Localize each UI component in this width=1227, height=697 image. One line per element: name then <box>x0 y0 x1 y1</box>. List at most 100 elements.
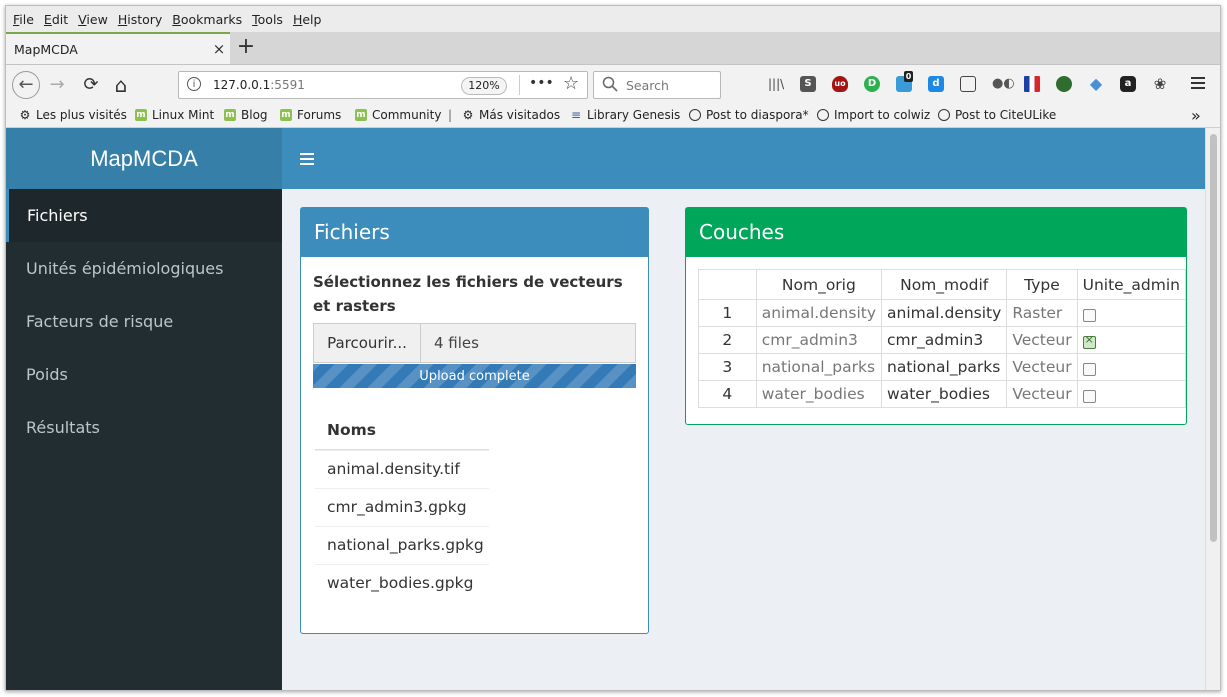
sidebar-item-unites-epidemiologiques[interactable]: Unités épidémiologiques <box>6 242 282 295</box>
lock-icon[interactable]: a <box>1120 76 1136 92</box>
column-header-index <box>698 269 757 300</box>
back-button[interactable]: ← <box>12 71 40 99</box>
url-host: 127.0.0.1 <box>213 78 271 92</box>
table-header-row: Nom_orig Nom_modif Type Unite_admin <box>698 269 1187 300</box>
library-icon[interactable]: |||\ <box>768 76 784 92</box>
bookmark-les-plus-visites[interactable]: ⚙ Les plus visités <box>19 108 127 122</box>
cell-unite-admin <box>1076 326 1187 354</box>
cell-nom-orig: cmr_admin3 <box>755 326 883 354</box>
tab-mapmcda[interactable]: MapMCDA × <box>6 32 230 64</box>
bookmark-mas-visitados[interactable]: ⚙ Más visitados <box>462 108 560 122</box>
upload-progress-bar: Upload complete <box>313 364 636 388</box>
bookmarks-overflow-icon[interactable]: » <box>1191 106 1201 125</box>
masks-icon[interactable]: ●◐ <box>992 76 1015 92</box>
menu-bookmarks[interactable]: Bookmarks <box>172 12 242 27</box>
row-index: 2 <box>698 326 757 354</box>
url-text[interactable]: 127.0.0.1:5591 <box>213 78 305 92</box>
menu-file[interactable]: File <box>13 12 34 27</box>
menu-edit[interactable]: Edit <box>44 12 68 27</box>
column-header-unite-admin: Unite_admin <box>1076 269 1187 300</box>
menu-view[interactable]: View <box>78 12 108 27</box>
globe-icon <box>938 109 950 121</box>
browser-window: File Edit View History Bookmarks Tools H… <box>5 5 1221 691</box>
nav-bar: ← → ⟳ ⌂ i 127.0.0.1:5591 120% ••• ☆ Sear… <box>6 65 1220 105</box>
cell-nom-modif[interactable]: national_parks <box>881 353 1008 381</box>
cell-type: Raster <box>1006 299 1078 327</box>
cell-nom-modif[interactable]: cmr_admin3 <box>881 326 1008 354</box>
column-header-type: Type <box>1006 269 1078 300</box>
menubar: File Edit View History Bookmarks Tools H… <box>6 6 1220 32</box>
bookmark-forums[interactable]: m Forums <box>280 108 341 122</box>
bookmark-star-icon[interactable]: ☆ <box>563 73 579 94</box>
url-separator <box>519 75 520 95</box>
sidebar: Fichiers Unités épidémiologiques Facteur… <box>6 189 282 690</box>
search-input[interactable]: Search <box>593 71 721 99</box>
scrollbar-thumb[interactable] <box>1210 134 1217 542</box>
cell-unite-admin <box>1076 299 1187 327</box>
reload-button[interactable]: ⟳ <box>80 73 102 97</box>
sidebar-item-resultats[interactable]: Résultats <box>6 401 282 454</box>
unite-admin-checkbox[interactable] <box>1082 363 1096 376</box>
unite-admin-checkbox[interactable] <box>1082 390 1096 403</box>
bookmark-linux-mint[interactable]: m Linux Mint <box>135 108 214 122</box>
reader-icon[interactable] <box>960 76 976 92</box>
menu-icon[interactable] <box>1190 75 1206 91</box>
sidebar-toggle-icon[interactable] <box>300 153 314 165</box>
zoom-indicator[interactable]: 120% <box>461 77 507 95</box>
column-header-nom-modif: Nom_modif <box>881 269 1008 300</box>
globe-icon <box>689 109 701 121</box>
page-scrollbar[interactable] <box>1205 128 1220 690</box>
green-d-icon[interactable]: D <box>864 76 880 92</box>
bookmark-post-to-diaspora[interactable]: Post to diaspora* <box>689 108 809 122</box>
s-extension-icon[interactable]: S <box>800 76 816 92</box>
menu-help[interactable]: Help <box>293 12 322 27</box>
site-info-icon[interactable]: i <box>187 77 201 91</box>
couches-box-title: Couches <box>686 208 1186 257</box>
url-port: :5591 <box>270 78 305 92</box>
bookmark-import-to-colwiz[interactable]: Import to colwiz <box>817 108 930 122</box>
top-navbar <box>282 128 1205 189</box>
menu-history[interactable]: History <box>118 12 162 27</box>
file-list-header: Noms <box>315 412 489 450</box>
menu-tools[interactable]: Tools <box>252 12 283 27</box>
tab-bar: MapMCDA × + <box>6 32 1220 65</box>
bookmark-community[interactable]: m Community <box>355 108 441 122</box>
url-bar[interactable]: i 127.0.0.1:5591 120% ••• ☆ <box>178 71 588 99</box>
bookmark-library-genesis[interactable]: ≡ Library Genesis <box>570 108 680 122</box>
page-actions-button[interactable]: ••• <box>529 75 554 91</box>
home-button[interactable]: ⌂ <box>110 73 132 97</box>
sidebar-item-poids[interactable]: Poids <box>6 348 282 401</box>
turtle-icon[interactable] <box>1056 76 1072 92</box>
linux-mint-icon: m <box>135 109 147 121</box>
d-extension-icon[interactable]: d <box>928 76 944 92</box>
app-logo[interactable]: MapMCDA <box>6 128 282 189</box>
cell-nom-modif[interactable]: animal.density <box>881 299 1008 327</box>
unite-admin-checkbox[interactable] <box>1082 309 1096 322</box>
bookmark-post-to-citeulike[interactable]: Post to CiteULike <box>938 108 1056 122</box>
cell-nom-modif[interactable]: water_bodies <box>881 380 1008 408</box>
fichiers-box: Fichiers Sélectionnez les fichiers de ve… <box>300 207 649 634</box>
bookmark-blog[interactable]: m Blog <box>224 108 268 122</box>
browse-button[interactable]: Parcourir... <box>314 324 421 362</box>
cell-unite-admin <box>1076 353 1187 381</box>
unite-admin-checkbox[interactable] <box>1082 333 1096 349</box>
cell-unite-admin <box>1076 380 1187 408</box>
linux-mint-icon: m <box>224 109 236 121</box>
sidebar-item-facteurs-de-risque[interactable]: Facteurs de risque <box>6 295 282 348</box>
search-icon <box>602 76 618 92</box>
new-tab-button[interactable]: + <box>234 36 258 60</box>
french-flag-icon[interactable] <box>1024 76 1040 92</box>
list-item: water_bodies.gpkg <box>315 564 489 602</box>
list-item: cmr_admin3.gpkg <box>315 488 489 526</box>
diamond-icon[interactable]: ◆ <box>1088 76 1104 92</box>
forward-button[interactable]: → <box>46 73 68 97</box>
gear-extension-icon[interactable]: ❀ <box>1152 76 1168 92</box>
ublock-icon[interactable]: uo <box>832 76 848 92</box>
file-input[interactable]: Parcourir... 4 files <box>313 323 636 363</box>
bookmark-label: Blog <box>241 108 268 122</box>
linux-mint-icon: m <box>355 109 367 121</box>
tab-close-icon[interactable]: × <box>208 40 230 58</box>
notification-badge-icon[interactable]: 0 <box>896 71 913 92</box>
sidebar-item-fichiers[interactable]: Fichiers <box>6 189 282 242</box>
list-item: national_parks.gpkg <box>315 526 489 564</box>
